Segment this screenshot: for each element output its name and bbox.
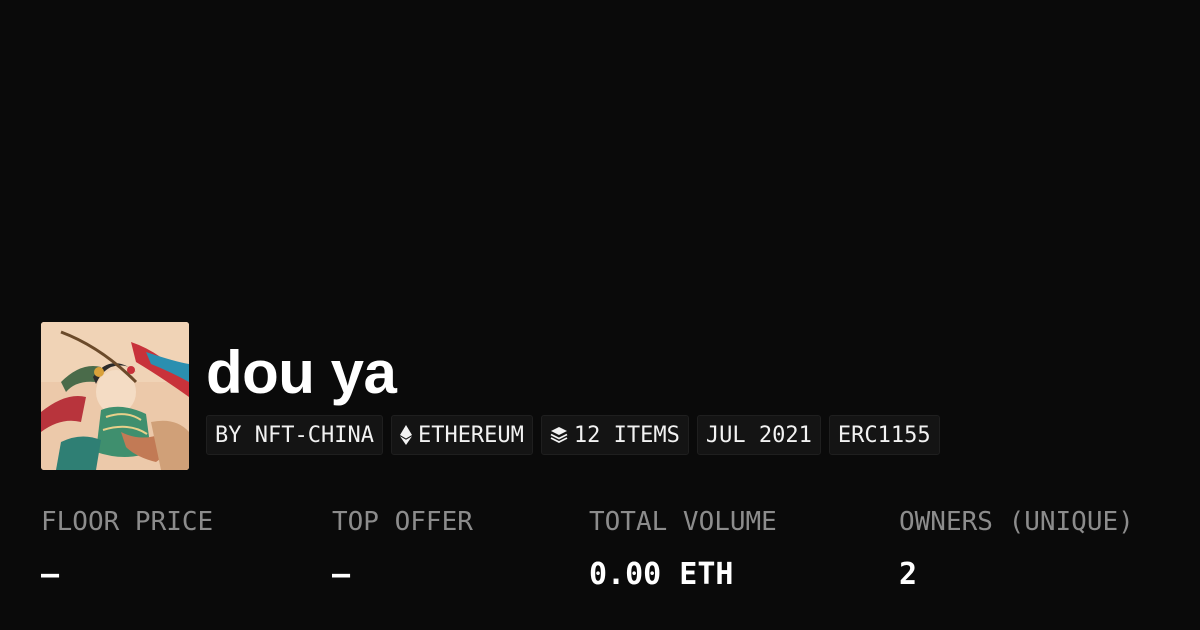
collection-title: dou ya (206, 339, 397, 406)
items-label: 12 ITEMS (573, 422, 680, 448)
creator-chip[interactable]: BY NFT-CHINA (206, 415, 383, 455)
creator-label: BY NFT-CHINA (215, 422, 374, 448)
layers-icon (550, 426, 568, 444)
owners-stat: OWNERS (UNIQUE) 2 (899, 505, 1134, 594)
owners-label: OWNERS (UNIQUE) (899, 507, 1134, 537)
collection-meta-chips: BY NFT-CHINA ETHEREUM 12 ITEMS JUL 2021 … (206, 415, 940, 455)
floor-price-stat: FLOOR PRICE – (41, 505, 213, 594)
standard-label: ERC1155 (837, 422, 931, 448)
items-chip: 12 ITEMS (540, 415, 689, 455)
total-volume-value: 0.00 ETH (589, 557, 734, 592)
top-offer-value: – (332, 557, 351, 592)
floor-price-value: – (41, 557, 60, 592)
date-label: JUL 2021 (705, 422, 812, 448)
top-offer-label: TOP OFFER (332, 507, 473, 537)
total-volume-stat: TOTAL VOLUME 0.00 ETH (589, 505, 777, 594)
top-offer-stat: TOP OFFER – (332, 505, 473, 594)
total-volume-label: TOTAL VOLUME (589, 507, 777, 537)
owners-value: 2 (899, 557, 918, 592)
avatar-illustration (41, 322, 189, 470)
standard-chip: ERC1155 (828, 415, 940, 455)
date-chip: JUL 2021 (696, 415, 821, 455)
chain-label: ETHEREUM (417, 422, 524, 448)
ethereum-icon (399, 425, 412, 445)
chain-chip: ETHEREUM (390, 415, 533, 455)
floor-price-label: FLOOR PRICE (41, 507, 214, 537)
collection-avatar (41, 322, 189, 470)
